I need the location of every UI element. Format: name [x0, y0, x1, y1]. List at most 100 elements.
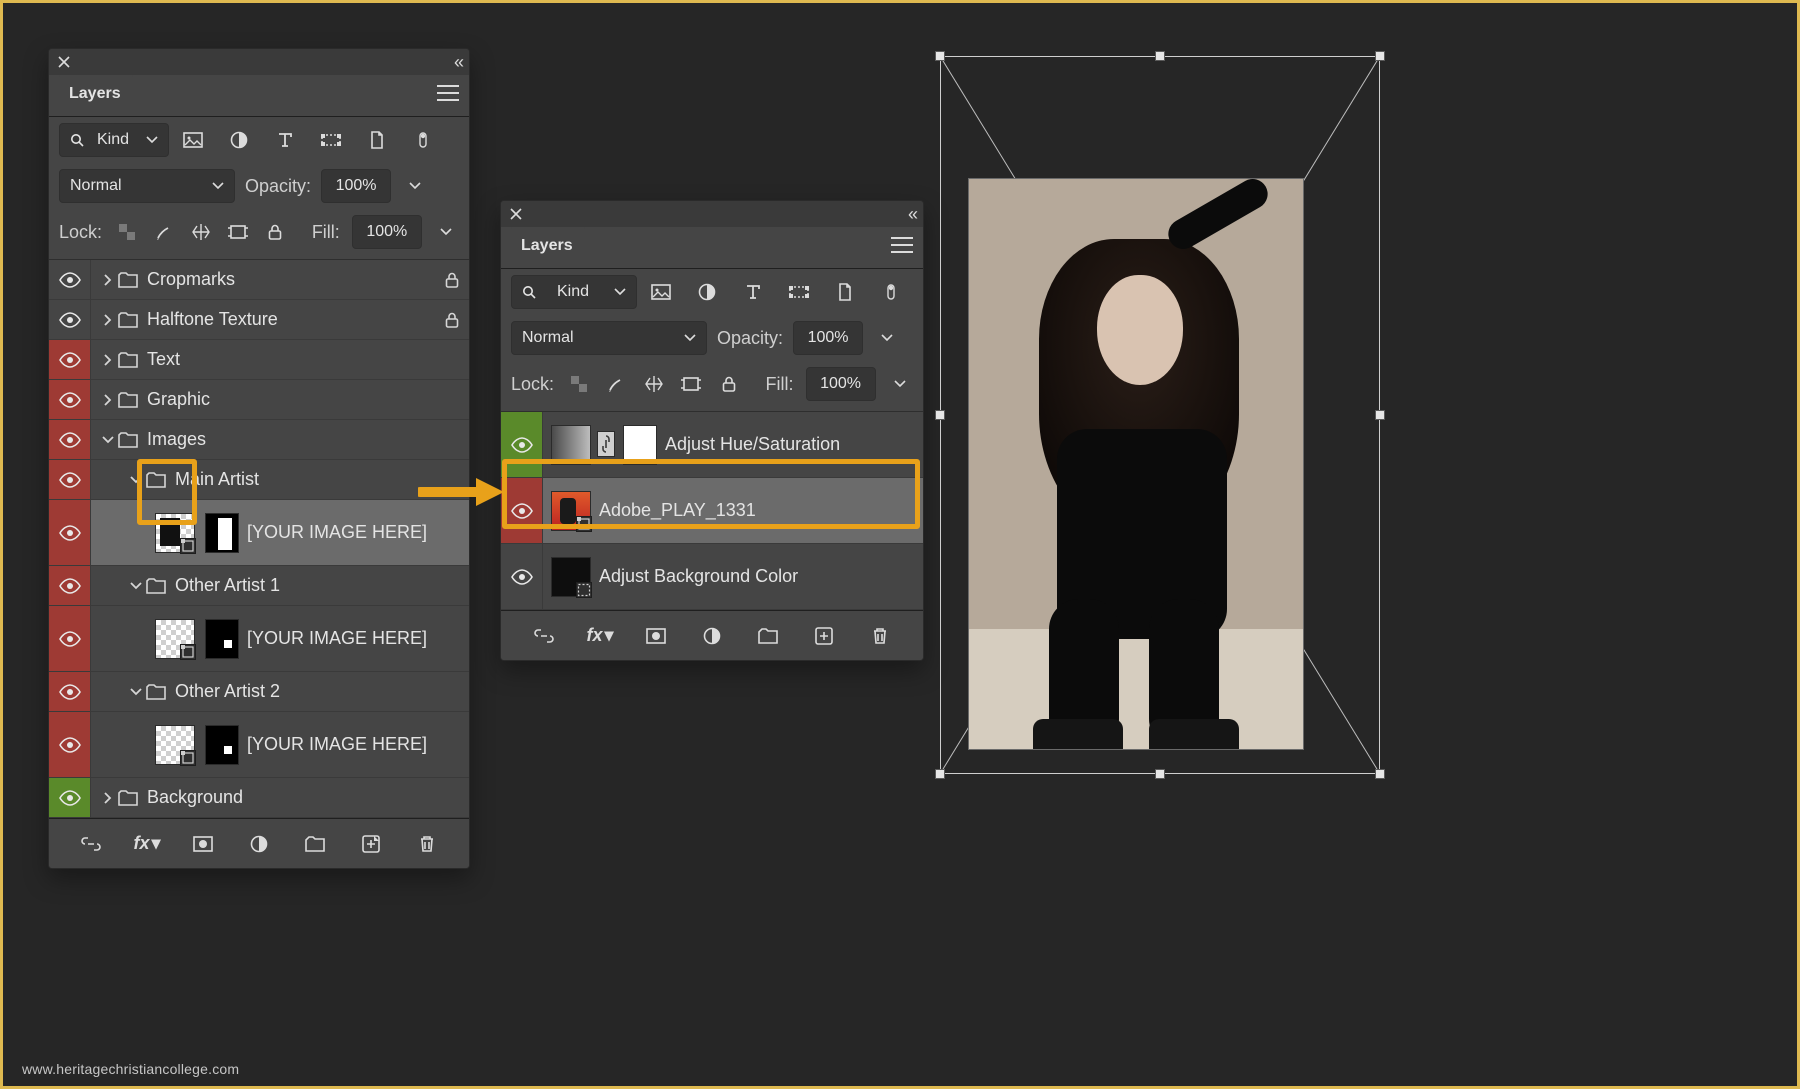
disclosure-toggle[interactable]: [99, 354, 117, 366]
visibility-toggle[interactable]: [49, 672, 91, 711]
fill-chevron[interactable]: [888, 370, 914, 398]
disclosure-toggle[interactable]: [99, 792, 117, 804]
handle-mr[interactable]: [1375, 410, 1385, 420]
layer-row[interactable]: Main Artist: [49, 460, 469, 500]
layer-row[interactable]: Graphic: [49, 380, 469, 420]
visibility-toggle[interactable]: [49, 712, 91, 777]
filter-adjust-icon[interactable]: [225, 126, 253, 154]
layer-thumbnail[interactable]: [155, 619, 195, 659]
layer-thumbnail[interactable]: [155, 725, 195, 765]
visibility-toggle[interactable]: [49, 460, 91, 499]
layer-name[interactable]: Graphic: [147, 389, 210, 410]
layer-name[interactable]: Adobe_PLAY_1331: [599, 500, 756, 521]
disclosure-toggle[interactable]: [127, 687, 145, 697]
disclosure-toggle[interactable]: [99, 435, 117, 445]
filter-toggle[interactable]: [409, 126, 437, 154]
fx-icon[interactable]: fx▾: [133, 830, 161, 858]
layer-name[interactable]: Text: [147, 349, 180, 370]
adjustment-icon[interactable]: [245, 830, 273, 858]
filter-toggle[interactable]: [877, 278, 905, 306]
disclosure-toggle[interactable]: [99, 314, 117, 326]
lock-all-icon[interactable]: [716, 370, 742, 398]
disclosure-toggle[interactable]: [127, 581, 145, 591]
filter-kind-select[interactable]: Kind: [511, 275, 637, 309]
layer-name[interactable]: [YOUR IMAGE HERE]: [247, 734, 427, 755]
layer-row[interactable]: [YOUR IMAGE HERE]: [49, 606, 469, 672]
adjustment-icon[interactable]: [698, 622, 726, 650]
opacity-input[interactable]: 100%: [321, 169, 391, 203]
close-icon[interactable]: [57, 55, 71, 69]
link-layers-icon[interactable]: [77, 830, 105, 858]
handle-bl[interactable]: [935, 769, 945, 779]
filter-smart-icon[interactable]: [831, 278, 859, 306]
lock-artboard-icon[interactable]: [226, 218, 251, 246]
layer-thumbnail[interactable]: [155, 513, 195, 553]
panel-menu-icon[interactable]: [437, 85, 459, 101]
handle-tc[interactable]: [1155, 51, 1165, 61]
filter-shape-icon[interactable]: [317, 126, 345, 154]
layer-thumbnail[interactable]: [551, 425, 591, 465]
placed-image[interactable]: [968, 178, 1304, 750]
fill-input[interactable]: 100%: [806, 367, 876, 401]
new-layer-icon[interactable]: [810, 622, 838, 650]
visibility-toggle[interactable]: [501, 412, 543, 477]
new-layer-icon[interactable]: [357, 830, 385, 858]
layer-name[interactable]: Images: [147, 429, 206, 450]
layer-name[interactable]: Other Artist 2: [175, 681, 280, 702]
lock-icon[interactable]: [445, 312, 459, 328]
filter-pixel-icon[interactable]: [647, 278, 675, 306]
filter-adjust-icon[interactable]: [693, 278, 721, 306]
fill-input[interactable]: 100%: [352, 215, 422, 249]
fill-chevron[interactable]: [434, 218, 459, 246]
layer-row[interactable]: Cropmarks: [49, 260, 469, 300]
trash-icon[interactable]: [413, 830, 441, 858]
layer-thumbnail[interactable]: [551, 557, 591, 597]
filter-type-icon[interactable]: [739, 278, 767, 306]
link-layers-icon[interactable]: [530, 622, 558, 650]
lock-paint-icon[interactable]: [604, 370, 630, 398]
blend-mode-select[interactable]: Normal: [511, 321, 707, 355]
visibility-toggle[interactable]: [49, 260, 91, 299]
filter-shape-icon[interactable]: [785, 278, 813, 306]
layer-name[interactable]: Cropmarks: [147, 269, 235, 290]
layer-row[interactable]: Images: [49, 420, 469, 460]
handle-tr[interactable]: [1375, 51, 1385, 61]
layer-name[interactable]: [YOUR IMAGE HERE]: [247, 628, 427, 649]
layer-row[interactable]: Halftone Texture: [49, 300, 469, 340]
layer-name[interactable]: [YOUR IMAGE HERE]: [247, 522, 427, 543]
layer-row[interactable]: Adobe_PLAY_1331: [501, 478, 923, 544]
trash-icon[interactable]: [866, 622, 894, 650]
layer-name[interactable]: Adjust Background Color: [599, 566, 798, 587]
disclosure-toggle[interactable]: [127, 475, 145, 485]
handle-ml[interactable]: [935, 410, 945, 420]
layer-row[interactable]: [YOUR IMAGE HERE]: [49, 712, 469, 778]
mask-icon[interactable]: [642, 622, 670, 650]
handle-br[interactable]: [1375, 769, 1385, 779]
visibility-toggle[interactable]: [49, 566, 91, 605]
handle-tl[interactable]: [935, 51, 945, 61]
visibility-toggle[interactable]: [49, 500, 91, 565]
group-icon[interactable]: [754, 622, 782, 650]
layers-tab[interactable]: Layers: [511, 227, 585, 268]
mask-icon[interactable]: [189, 830, 217, 858]
lock-all-icon[interactable]: [263, 218, 288, 246]
visibility-toggle[interactable]: [49, 340, 91, 379]
lock-paint-icon[interactable]: [151, 218, 176, 246]
layer-name[interactable]: Main Artist: [175, 469, 259, 490]
visibility-toggle[interactable]: [49, 380, 91, 419]
filter-type-icon[interactable]: [271, 126, 299, 154]
layer-name[interactable]: Adjust Hue/Saturation: [665, 434, 840, 455]
visibility-toggle[interactable]: [49, 778, 91, 817]
disclosure-toggle[interactable]: [99, 394, 117, 406]
layer-mask[interactable]: [205, 513, 239, 553]
layer-name[interactable]: Background: [147, 787, 243, 808]
filter-kind-select[interactable]: Kind: [59, 123, 169, 157]
visibility-toggle[interactable]: [501, 544, 543, 609]
close-icon[interactable]: [509, 207, 523, 221]
layer-mask[interactable]: [623, 425, 657, 465]
layer-mask[interactable]: [205, 619, 239, 659]
visibility-toggle[interactable]: [49, 606, 91, 671]
layer-name[interactable]: Other Artist 1: [175, 575, 280, 596]
layer-row[interactable]: Other Artist 1: [49, 566, 469, 606]
collapse-chevrons-icon[interactable]: «: [908, 204, 915, 225]
